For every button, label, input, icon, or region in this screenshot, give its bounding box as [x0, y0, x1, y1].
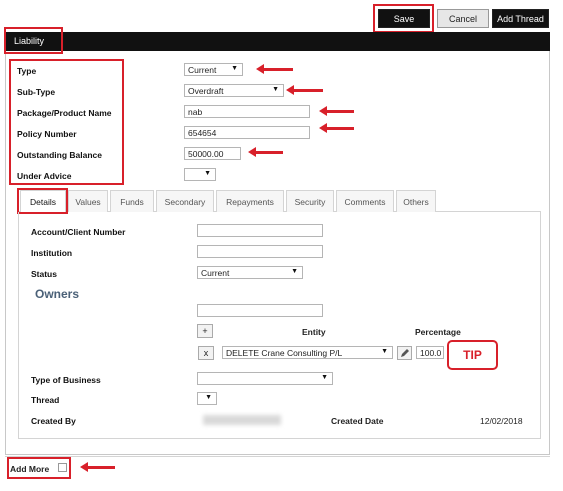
type-select[interactable]: Current ▼	[184, 63, 243, 76]
save-button[interactable]: Save	[378, 9, 430, 28]
entity-column-header: Entity	[302, 327, 326, 337]
pencil-icon	[400, 349, 409, 357]
tab-funds[interactable]: Funds	[110, 190, 154, 212]
owner-entity-value: DELETE Crane Consulting P/L	[226, 347, 343, 358]
institution-label: Institution	[31, 248, 73, 258]
owner-percentage-input[interactable]: 100.0	[416, 346, 444, 359]
sub-type-arrow	[286, 85, 323, 95]
remove-owner-button[interactable]: x	[198, 346, 214, 360]
tab-details[interactable]: Details	[20, 190, 66, 212]
chevron-down-icon: ▼	[291, 268, 298, 275]
created-date-value: 12/02/2018	[480, 416, 523, 426]
add-thread-button[interactable]: Add Thread	[492, 9, 549, 28]
type-arrow	[256, 64, 293, 74]
sub-type-select[interactable]: Overdraft ▼	[184, 84, 284, 97]
chevron-down-icon: ▼	[231, 65, 238, 72]
account-client-number-label: Account/Client Number	[31, 227, 126, 237]
close-icon: x	[203, 348, 209, 358]
owners-heading: Owners	[35, 287, 80, 301]
package-name-input[interactable]: nab	[184, 105, 310, 118]
under-advice-label: Under Advice	[17, 171, 72, 181]
percentage-column-header: Percentage	[415, 327, 461, 337]
tab-repayments[interactable]: Repayments	[216, 190, 284, 212]
under-advice-select[interactable]: ▼	[184, 168, 216, 181]
thread-label: Thread	[31, 395, 60, 405]
type-select-value: Current	[188, 64, 217, 75]
section-title: Liability	[14, 36, 45, 46]
chevron-down-icon: ▼	[205, 394, 212, 401]
status-label: Status	[31, 269, 57, 279]
package-name-label: Package/Product Name	[17, 108, 112, 118]
add-more-arrow	[80, 462, 115, 472]
add-owner-button[interactable]: +	[197, 324, 213, 338]
add-more-checkbox[interactable]	[58, 463, 67, 472]
tab-security[interactable]: Security	[286, 190, 334, 212]
outstanding-balance-input[interactable]: 50000.00	[184, 147, 241, 160]
created-by-redacted-value	[203, 415, 281, 425]
policy-number-label: Policy Number	[17, 129, 77, 139]
edit-owner-button[interactable]	[397, 346, 412, 360]
owners-search-input[interactable]	[197, 304, 323, 317]
outstanding-balance-arrow	[248, 147, 283, 157]
created-date-label: Created Date	[331, 416, 384, 426]
type-of-business-select[interactable]: ▼	[197, 372, 333, 385]
package-name-arrow	[319, 106, 354, 116]
tab-comments[interactable]: Comments	[336, 190, 394, 212]
type-label: Type	[17, 66, 37, 76]
tab-values[interactable]: Values	[68, 190, 108, 212]
add-more-label: Add More	[10, 464, 50, 474]
outstanding-balance-label: Outstanding Balance	[17, 150, 103, 160]
chevron-down-icon: ▼	[204, 170, 211, 177]
policy-number-input[interactable]: 654654	[184, 126, 310, 139]
status-select-value: Current	[201, 267, 230, 278]
policy-number-arrow	[319, 123, 354, 133]
chevron-down-icon: ▼	[272, 86, 279, 93]
institution-input[interactable]	[197, 245, 323, 258]
type-of-business-label: Type of Business	[31, 375, 101, 385]
plus-icon: +	[202, 326, 208, 336]
tab-secondary[interactable]: Secondary	[156, 190, 214, 212]
account-client-number-input[interactable]	[197, 224, 323, 237]
chevron-down-icon: ▼	[381, 348, 388, 355]
section-header: Liability	[5, 32, 550, 51]
footer-divider	[5, 456, 550, 457]
sub-type-label: Sub-Type	[17, 87, 56, 97]
tab-others[interactable]: Others	[396, 190, 436, 212]
tip-label: TIP	[463, 348, 482, 362]
cancel-button[interactable]: Cancel	[437, 9, 489, 28]
thread-select[interactable]: ▼	[197, 392, 217, 405]
sub-type-select-value: Overdraft	[188, 85, 224, 96]
chevron-down-icon: ▼	[321, 374, 328, 381]
status-select[interactable]: Current ▼	[197, 266, 303, 279]
tip-callout: TIP	[447, 340, 498, 370]
created-by-label: Created By	[31, 416, 76, 426]
owner-entity-select[interactable]: DELETE Crane Consulting P/L ▼	[222, 346, 393, 359]
